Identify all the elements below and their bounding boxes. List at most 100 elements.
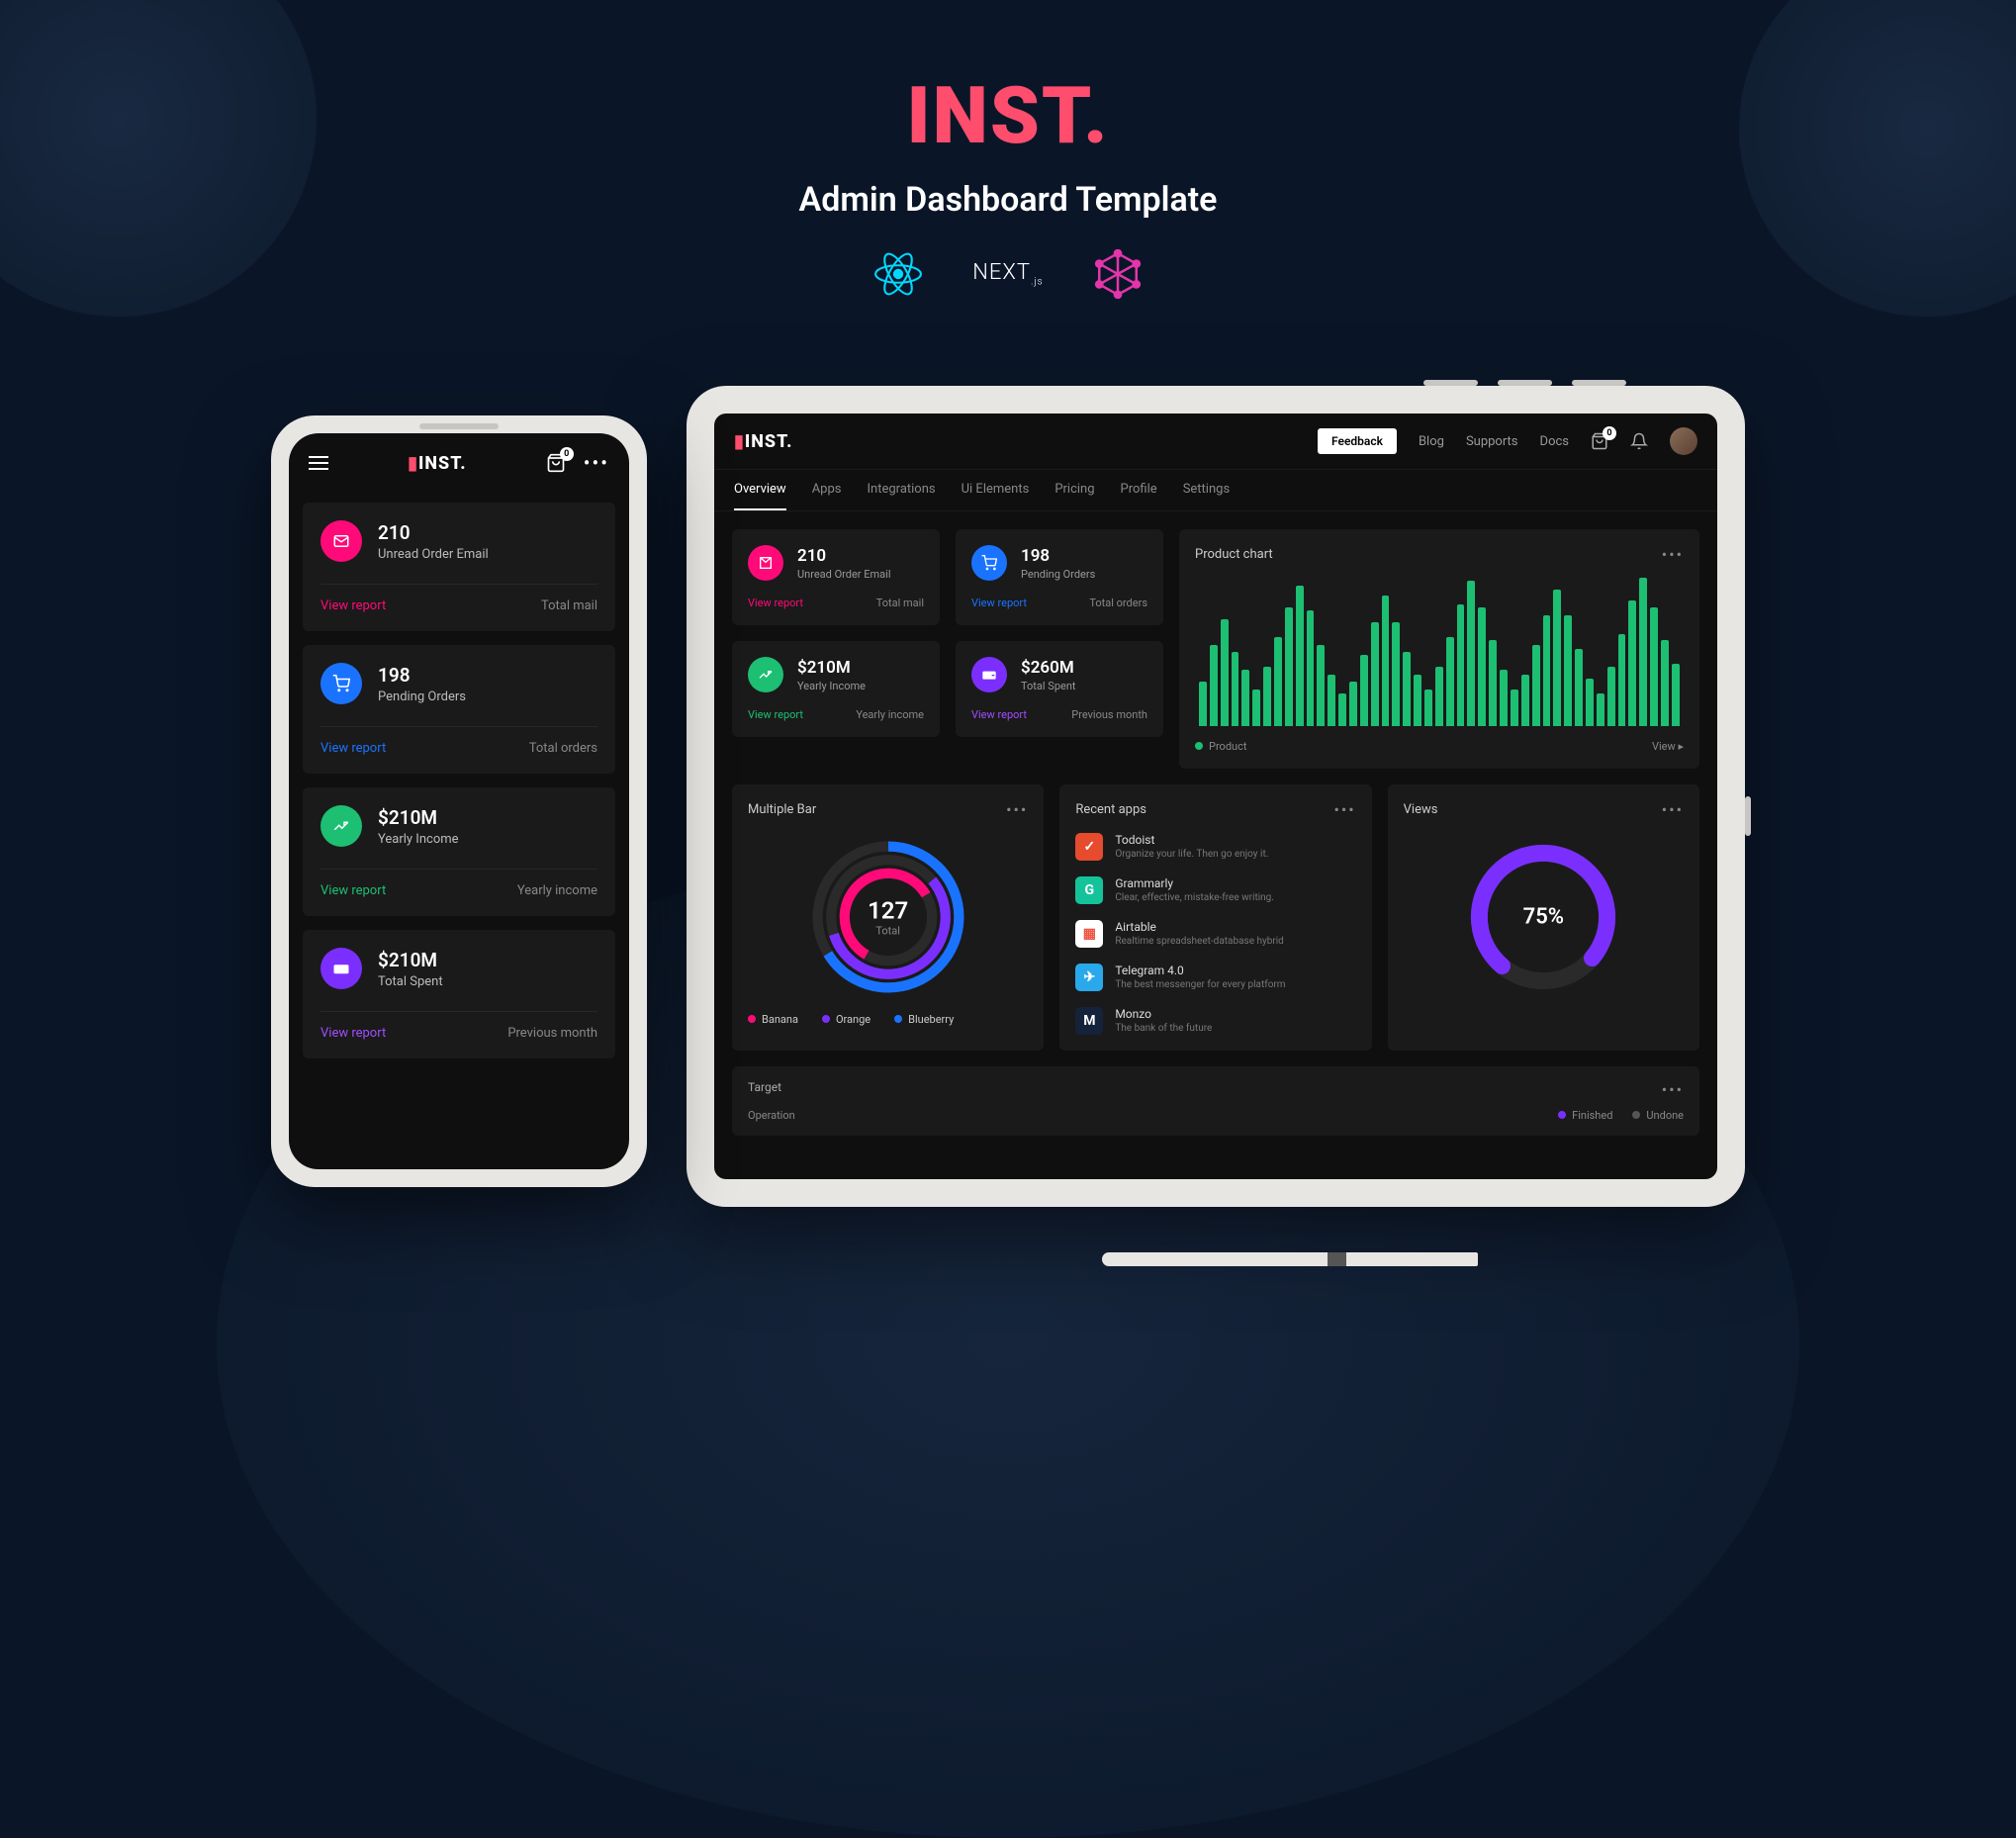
nav-docs[interactable]: Docs [1540, 434, 1569, 449]
app-name: Monzo [1115, 1007, 1212, 1021]
view-report-link[interactable]: View report [321, 741, 386, 756]
tablet-frame: ▮INST. Feedback Blog Supports Docs 0 Ove… [687, 386, 1745, 1207]
view-report-link[interactable]: View report [971, 597, 1027, 609]
donut-value: 127 [868, 897, 908, 925]
card-title: Views [1404, 802, 1438, 817]
more-icon[interactable]: ••• [1662, 1080, 1684, 1099]
more-icon[interactable]: ••• [1333, 800, 1355, 819]
stat-yearly-income: $210MYearly Income View reportYearly inc… [732, 641, 940, 737]
app-icon: ✈ [1075, 964, 1103, 991]
stat-right: Previous month [1071, 708, 1147, 721]
more-icon[interactable]: ••• [584, 451, 609, 475]
tablet-topbar: ▮INST. Feedback Blog Supports Docs 0 [714, 414, 1717, 470]
nav-blog[interactable]: Blog [1419, 434, 1444, 449]
app-name: Grammarly [1115, 876, 1274, 890]
tab-apps[interactable]: Apps [812, 470, 842, 510]
cart-badge: 0 [560, 447, 574, 461]
phone-content: 210 Unread Order Email View report Total ma… [289, 489, 629, 1169]
nav-supports[interactable]: Supports [1466, 434, 1518, 449]
app-icon: ✓ [1075, 833, 1103, 861]
tab-settings[interactable]: Settings [1183, 470, 1230, 510]
app-name: Airtable [1115, 920, 1283, 934]
multiple-bar-card: Multiple Bar ••• [732, 784, 1044, 1051]
feedback-button[interactable]: Feedback [1318, 428, 1397, 454]
app-item[interactable]: ✈ Telegram 4.0 The best messenger for ever… [1075, 964, 1355, 991]
target-card: Target ••• Operation Finished Undone [732, 1066, 1699, 1136]
graphql-icon [1093, 249, 1143, 299]
tabs: Overview Apps Integrations Ui Elements P… [714, 470, 1717, 511]
phone-screen: ▮INST. 0 ••• 210 Unread Order Email View r… [289, 433, 629, 1169]
product-chart-card: Product chart ••• Product View ▸ [1179, 529, 1699, 769]
brand-logo[interactable]: ▮INST. [734, 431, 793, 452]
menu-icon[interactable] [309, 456, 328, 470]
tab-overview[interactable]: Overview [734, 470, 786, 510]
app-item[interactable]: MMonzoThe bank of the future [1075, 1007, 1355, 1035]
cart-icon[interactable]: 0 [1591, 432, 1608, 450]
app-desc: Realtime spreadsheet-database hybrid [1115, 936, 1283, 947]
donut-chart: 127 Total [804, 833, 972, 1001]
notification-icon[interactable] [1630, 432, 1648, 450]
phone-frame: ▮INST. 0 ••• 210 Unread Order Email View r… [271, 415, 647, 1187]
view-report-link[interactable]: View report [971, 708, 1027, 721]
tablet-screen: ▮INST. Feedback Blog Supports Docs 0 Ove… [714, 414, 1717, 1179]
app-item[interactable]: ✓TodoistOrganize your life. Then go enjo… [1075, 833, 1355, 861]
stat-right: Total mail [541, 598, 597, 613]
app-name: Telegram 4.0 [1115, 964, 1285, 977]
stat-value: 198 [378, 664, 466, 687]
recent-apps-card: Recent apps ••• ✓TodoistOrganize your li… [1059, 784, 1371, 1051]
stat-unread-email: 210Unread Order Email View reportTotal m… [732, 529, 940, 625]
product-chart [1195, 578, 1684, 726]
legend-view[interactable]: View ▸ [1652, 740, 1684, 753]
stat-right: Yearly income [517, 883, 597, 898]
phone-topbar: ▮INST. 0 ••• [289, 433, 629, 489]
stat-label: Unread Order Email [797, 568, 891, 581]
stat-right: Previous month [507, 1026, 597, 1041]
tab-integrations[interactable]: Integrations [868, 470, 936, 510]
tab-ui-elements[interactable]: Ui Elements [962, 470, 1030, 510]
more-icon[interactable]: ••• [1006, 800, 1028, 819]
view-report-link[interactable]: View report [321, 1026, 386, 1041]
phone-stat-card: 198Pending OrdersView reportTotal orders [303, 645, 615, 774]
app-item[interactable]: ▦ Airtable Realtime spreadsheet-database h… [1075, 920, 1355, 948]
views-card: Views ••• 75% [1388, 784, 1699, 1051]
app-desc: The best messenger for every platform [1115, 979, 1285, 990]
card-title: Product chart [1195, 547, 1273, 562]
view-report-link[interactable]: View report [321, 598, 386, 613]
app-desc: Clear, effective, mistake-free writing. [1115, 892, 1274, 903]
brand-logo[interactable]: ▮INST. [408, 453, 467, 474]
mail-icon [321, 520, 362, 562]
app-icon: G [1075, 876, 1103, 904]
chart-icon [321, 805, 362, 847]
app-icon: ▦ [1075, 920, 1103, 948]
stat-total-spent: $260MTotal Spent View reportPrevious mon… [956, 641, 1163, 737]
chart-icon [748, 657, 783, 692]
devices-mockup: ▮INST. Feedback Blog Supports Docs 0 Ove… [271, 386, 1745, 1237]
view-report-link[interactable]: View report [748, 708, 803, 721]
tab-pricing[interactable]: Pricing [1054, 470, 1094, 510]
more-icon[interactable]: ••• [1662, 545, 1684, 564]
nextjs-icon: NEXT.js [972, 260, 1044, 287]
app-item[interactable]: G Grammarly Clear, effective, mistake-free… [1075, 876, 1355, 904]
stat-right: Yearly income [856, 708, 924, 721]
app-desc: Organize your life. Then go enjoy it. [1115, 849, 1268, 860]
view-report-link[interactable]: View report [748, 597, 803, 609]
cart-icon[interactable]: 0 [546, 453, 566, 473]
react-icon [873, 249, 923, 299]
stat-value: $260M [1021, 658, 1076, 678]
tablet-content: 210Unread Order Email View reportTotal m… [714, 511, 1717, 1179]
stat-label: Pending Orders [1021, 568, 1095, 581]
more-icon[interactable]: ••• [1662, 800, 1684, 819]
mail-icon [748, 545, 783, 581]
stat-label: Pending Orders [378, 689, 466, 704]
view-report-link[interactable]: View report [321, 883, 386, 898]
pencil [1102, 1252, 1478, 1266]
stat-value: 210 [378, 521, 489, 544]
cart-icon [971, 545, 1007, 581]
avatar[interactable] [1670, 427, 1697, 455]
stat-right: Total mail [876, 597, 924, 609]
stat-value: 198 [1021, 546, 1095, 566]
tab-profile[interactable]: Profile [1121, 470, 1157, 510]
stat-label: Yearly Income [378, 832, 459, 847]
stat-right: Total orders [1089, 597, 1147, 609]
stat-label: Unread Order Email [378, 547, 489, 562]
